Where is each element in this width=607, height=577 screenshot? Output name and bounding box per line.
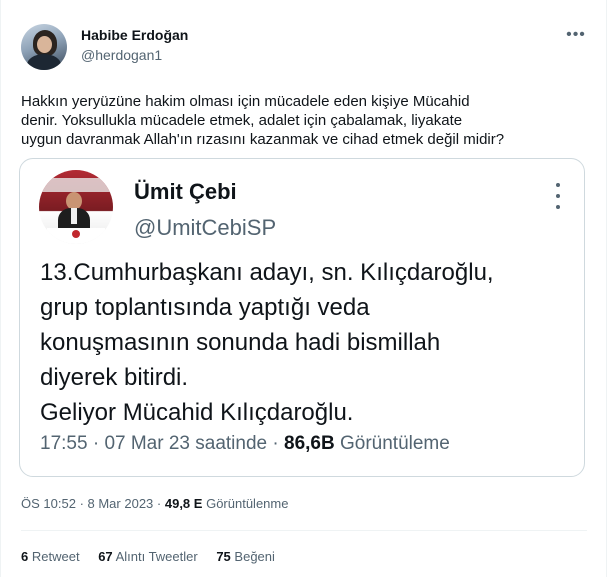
- quoted-text-line: Geliyor Mücahid Kılıçdaroğlu.: [40, 399, 354, 426]
- vertical-ellipsis-icon[interactable]: [548, 179, 568, 213]
- tweet-meta: ÖS 10:52 · 8 Mar 2023 · 49,8 E Görüntüle…: [21, 496, 288, 511]
- likes-link[interactable]: 75 Beğeni: [216, 549, 275, 564]
- separator-dot: ·: [92, 433, 105, 454]
- avatar-face: [37, 36, 52, 53]
- tweet-date[interactable]: 8 Mar 2023: [88, 496, 154, 511]
- retweets-label: Retweet: [31, 549, 80, 564]
- separator-dot: ·: [272, 433, 284, 454]
- avatar-banner: [39, 178, 113, 192]
- separator-dot: ·: [79, 496, 88, 511]
- engagement-stats: 6 Retweet 67 Alıntı Tweetler 75 Beğeni: [21, 549, 290, 564]
- retweets-count: 6: [21, 549, 29, 564]
- quoted-views-label: Görüntüleme: [339, 433, 450, 454]
- avatar-shirt: [71, 208, 77, 224]
- quote-tweets-link[interactable]: 67 Alıntı Tweetler: [98, 549, 198, 564]
- tweet-text-line: denir. Yoksullukla mücadele etmek, adale…: [21, 112, 463, 129]
- separator-dot: ·: [156, 496, 165, 511]
- avatar-body: [27, 54, 61, 70]
- quoted-author-handle[interactable]: @UmitCebiSP: [134, 215, 276, 241]
- likes-label: Beğeni: [234, 549, 275, 564]
- author-name[interactable]: Habibe Erdoğan: [81, 27, 188, 43]
- quoted-author-name[interactable]: Ümit Çebi: [134, 179, 237, 205]
- quoted-tweet-text: 13.Cumhurbaşkanı adayı, sn. Kılıçdaroğlu…: [40, 255, 570, 430]
- quoted-text-line: diyerek bitirdi.: [40, 364, 189, 391]
- author-avatar[interactable]: [21, 24, 67, 70]
- tweet-time[interactable]: ÖS 10:52: [21, 496, 76, 511]
- divider: [21, 530, 587, 531]
- tweet-text-line: uygun davranmak Allah'ın rızasını kazanm…: [21, 131, 505, 148]
- ellipsis-icon[interactable]: •••: [564, 26, 588, 46]
- tweet-card: Habibe Erdoğan @herdogan1 ••• Hakkın yer…: [0, 0, 607, 577]
- avatar-logo: [72, 230, 80, 238]
- tweet-text-line: Hakkın yeryüzüne hakim olması için mücad…: [21, 93, 470, 110]
- author-handle[interactable]: @herdogan1: [81, 47, 162, 63]
- dot: [556, 194, 560, 198]
- quoted-time[interactable]: 17:55: [40, 433, 88, 454]
- views-count: 49,8 E: [164, 496, 203, 511]
- dot: [556, 205, 560, 209]
- quoted-text-line: konuşmasının sonunda hadi bismillah: [40, 329, 441, 356]
- quoted-author-avatar[interactable]: [39, 170, 113, 244]
- quoted-text-line: grup toplantısında yaptığı veda: [40, 294, 370, 321]
- quoted-tweet[interactable]: Ümit Çebi @UmitCebiSP 13.Cumhurbaşkanı a…: [19, 158, 585, 477]
- dot: [556, 183, 560, 187]
- quoted-views-count: 86,6B: [284, 433, 335, 454]
- quotes-count: 67: [98, 549, 113, 564]
- quoted-text-line: 13.Cumhurbaşkanı adayı, sn. Kılıçdaroğlu…: [40, 259, 494, 286]
- views-label: Görüntülenme: [206, 496, 289, 511]
- retweets-link[interactable]: 6 Retweet: [21, 549, 80, 564]
- likes-count: 75: [216, 549, 231, 564]
- quotes-label: Alıntı Tweetler: [115, 549, 198, 564]
- quoted-date[interactable]: 07 Mar 23 saatinde: [104, 433, 267, 454]
- quoted-tweet-meta: 17:55 · 07 Mar 23 saatinde · 86,6B Görün…: [40, 433, 450, 455]
- tweet-text: Hakkın yeryüzüne hakim olması için mücad…: [21, 92, 591, 149]
